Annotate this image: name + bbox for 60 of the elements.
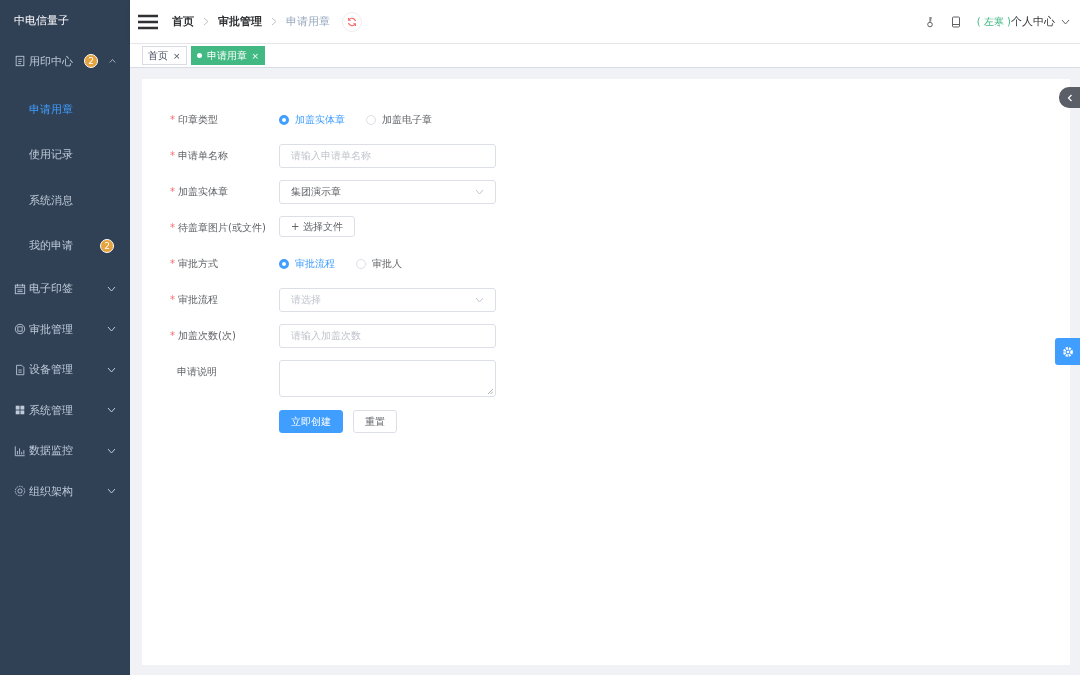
caret-icon[interactable]	[1061, 18, 1070, 25]
sidebar-item[interactable]: 用印中心 2	[0, 41, 130, 82]
file-icon	[14, 363, 26, 376]
grid-icon	[14, 404, 26, 417]
menu-icon[interactable]	[138, 13, 158, 30]
count-badge: 2	[100, 238, 114, 253]
resize-grip-icon	[488, 389, 493, 394]
settings-button[interactable]	[1055, 338, 1080, 365]
field-label: 申请说明	[176, 365, 218, 379]
tablet-icon[interactable]	[950, 15, 961, 28]
sidebar-subitem[interactable]: 我的申请 2	[0, 223, 130, 269]
caret-icon	[107, 285, 116, 292]
caret-icon	[107, 488, 116, 495]
count-badge: 2	[84, 54, 98, 69]
refresh-icon	[347, 16, 357, 27]
chevron-icon	[271, 17, 277, 26]
sidebar-item[interactable]: 电子印签	[0, 268, 130, 309]
user-menu[interactable]: 个人中心	[1011, 14, 1055, 29]
caret-icon	[107, 366, 116, 373]
caret-icon	[475, 189, 484, 195]
breadcrumb[interactable]: 审批管理	[218, 14, 262, 29]
sidebar-item[interactable]: 数据监控	[0, 430, 130, 471]
field-label: * 印章类型	[170, 113, 219, 127]
radio-option[interactable]: 加盖电子章	[366, 113, 432, 127]
bar-chart-icon	[14, 444, 26, 457]
brand-title: 中电信量子	[14, 13, 69, 28]
select-field[interactable]: 集团演示章	[279, 180, 496, 204]
sidebar-item[interactable]: 设备管理	[0, 349, 130, 390]
gear-icon	[14, 485, 26, 498]
caret-icon	[475, 297, 484, 303]
sidebar-subitem[interactable]: 使用记录	[0, 132, 130, 178]
sidebar-item[interactable]: 审批管理	[0, 309, 130, 350]
field-label: * 加盖次数(次)	[170, 329, 237, 343]
radio-option[interactable]: 审批人	[356, 257, 402, 271]
calendar-icon	[14, 282, 26, 295]
breadcrumb[interactable]: 首页	[172, 14, 194, 29]
choose-file-button[interactable]: + 选择文件	[279, 216, 355, 237]
settings-icon	[1061, 345, 1074, 358]
sidebar-item[interactable]: 组织架构	[0, 471, 130, 512]
chevron-icon	[1066, 93, 1073, 102]
user-role: ( 左寒 )	[976, 14, 1011, 29]
reset-button[interactable]: 重置	[353, 410, 397, 433]
field-label: * 审批方式	[170, 257, 219, 271]
document-icon	[14, 55, 26, 68]
sidebar-item[interactable]: 系统管理	[0, 390, 130, 431]
field-label: * 待盖章图片(或文件)	[170, 221, 267, 235]
seal-icon	[14, 323, 26, 336]
breadcrumb: 申请用章	[286, 14, 330, 29]
sidebar-subitem[interactable]: 系统消息	[0, 177, 130, 223]
caret-icon	[109, 58, 116, 65]
page-tab[interactable]: 首页 ×	[142, 46, 187, 65]
field-label: * 审批流程	[170, 293, 219, 307]
field-label: * 加盖实体章	[170, 185, 229, 199]
caret-icon	[107, 447, 116, 454]
caret-icon	[107, 326, 116, 333]
sidebar-subitem[interactable]: 申请用章	[0, 86, 130, 132]
caret-icon	[107, 407, 116, 414]
field-label: * 申请单名称	[170, 149, 229, 163]
chevron-icon	[203, 17, 209, 26]
key-icon[interactable]	[924, 15, 935, 28]
